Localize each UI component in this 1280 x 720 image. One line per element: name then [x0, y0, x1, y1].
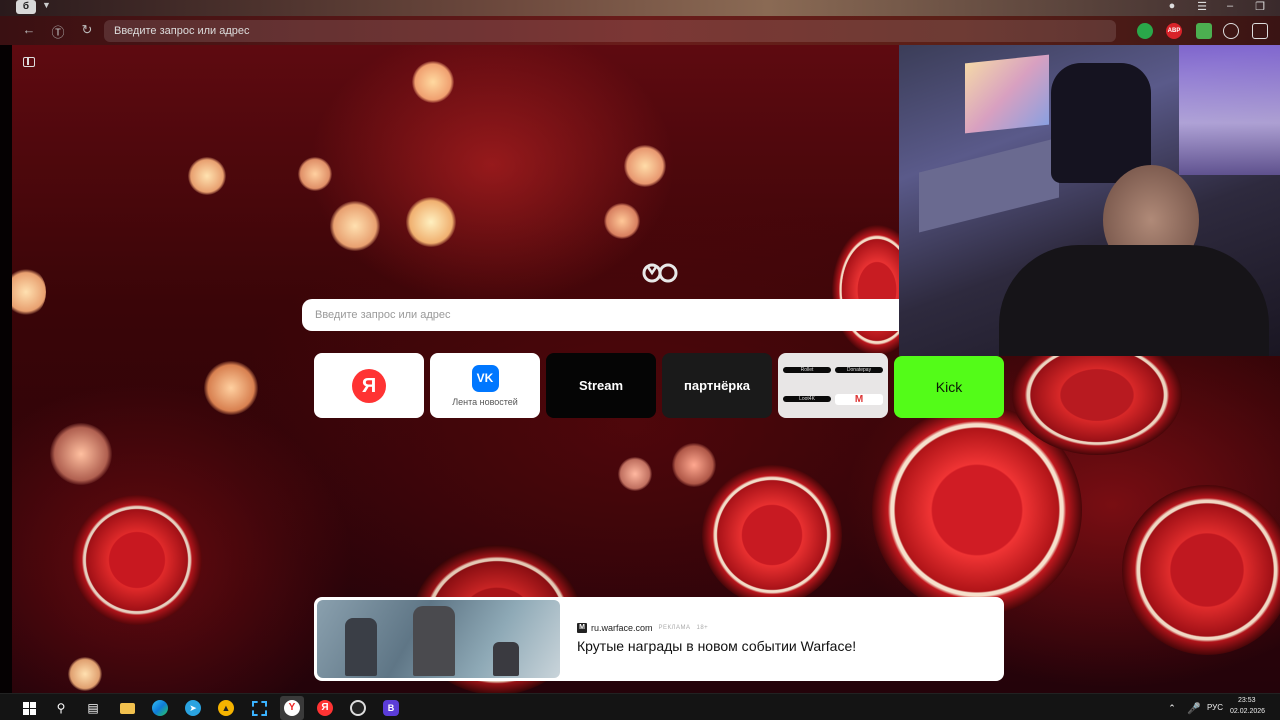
tab-favicon-icon[interactable]: б	[16, 0, 36, 14]
tabs-menu-chevron-icon[interactable]: ▼	[42, 0, 51, 10]
yandex-browser-taskbar-icon[interactable]: Y	[280, 696, 304, 720]
tile-yandex[interactable]: Я	[314, 353, 424, 418]
download-icon[interactable]	[1196, 23, 1212, 39]
poker-chip	[1122, 485, 1280, 655]
bokeh-light	[12, 267, 46, 317]
vk-logo-icon: VK	[471, 364, 499, 392]
profile-avatar-icon[interactable]: ●	[1162, 0, 1182, 12]
folder-item-donatepay: Donatepay	[835, 366, 883, 373]
soldier-figure	[345, 618, 377, 676]
file-explorer-icon[interactable]	[117, 698, 137, 718]
bokeh-light	[50, 423, 112, 485]
bokeh-light	[604, 203, 640, 239]
windows-start-icon[interactable]	[19, 698, 39, 718]
webcam-desk	[919, 137, 1059, 233]
address-bar[interactable]: Введите запрос или адрес	[104, 20, 1116, 42]
sidebar-toggle-icon[interactable]	[23, 57, 35, 67]
snipping-tool-icon[interactable]	[249, 698, 269, 718]
browser-menu-icon[interactable]: ☰	[1192, 0, 1212, 13]
ad-tag: РЕКЛАМА	[658, 625, 691, 631]
yandex-home-icon[interactable]: Ⓣ	[49, 22, 67, 41]
poker-chip	[72, 495, 202, 625]
telegram-icon[interactable]: ➤	[183, 698, 203, 718]
tile-kick[interactable]: Kick	[894, 356, 1004, 418]
app-icon[interactable]: ▲	[216, 698, 236, 718]
bokeh-light	[68, 657, 102, 691]
warface-m-icon: M	[577, 623, 587, 633]
ad-image[interactable]	[317, 600, 560, 678]
webcam-light	[1179, 45, 1280, 175]
poker-chip	[702, 465, 842, 605]
minimize-icon[interactable]: –	[1220, 0, 1240, 12]
bokeh-light	[204, 361, 258, 415]
soldier-figure	[413, 606, 455, 676]
tile-vk-news[interactable]: VK Лента новостей	[430, 353, 540, 418]
bokeh-light	[412, 61, 454, 103]
restore-icon[interactable]: ❐	[1250, 0, 1270, 13]
folder-item-rollet: Rollet	[783, 366, 831, 373]
microphone-icon[interactable]: 🎤	[1184, 698, 1204, 718]
tile-label: Лента новостей	[452, 396, 518, 407]
tile-folder-group[interactable]: Rollet Donatepay Loot4K M	[778, 353, 888, 418]
clock-time[interactable]: 23:53	[1238, 697, 1256, 704]
tile-label: Stream	[578, 378, 624, 393]
vk-app-icon[interactable]: В	[381, 698, 401, 718]
bokeh-light	[672, 443, 716, 487]
tile-label: Kick	[935, 379, 963, 395]
tile-label: партнёрка	[684, 378, 750, 393]
ad-domain: ru.warface.com	[591, 623, 653, 633]
bokeh-light	[330, 201, 380, 251]
left-window-edge	[0, 45, 12, 693]
collections-icon[interactable]	[1252, 23, 1268, 39]
language-indicator[interactable]: РУС	[1207, 703, 1223, 712]
folder-item-loot4k: Loot4K	[783, 396, 831, 402]
soldier-figure	[493, 642, 519, 676]
bokeh-light	[188, 157, 226, 195]
media-play-icon[interactable]	[1223, 23, 1239, 39]
shield-extension-icon[interactable]	[1137, 23, 1153, 39]
reload-icon[interactable]: ↻	[78, 22, 96, 38]
ad-banner[interactable]: M ru.warface.com РЕКЛАМА 18+ Крутые нагр…	[314, 597, 1004, 681]
windows-taskbar: ⚲ ▤ ➤ ▲ Y Я В ⌃ 🎤 РУС 23:53 02.02.2026	[0, 693, 1280, 720]
edge-icon[interactable]	[150, 698, 170, 718]
back-arrow-icon[interactable]: ←	[20, 22, 38, 37]
bokeh-light	[624, 145, 666, 187]
yandex-icon[interactable]: Я	[315, 698, 335, 718]
yandex-logo-icon: Я	[352, 368, 386, 403]
webcam-overlay	[899, 45, 1280, 356]
search-icon[interactable]: ⚲	[51, 698, 71, 718]
tile-stream[interactable]: Stream	[546, 353, 656, 418]
webcam-monitor	[965, 54, 1049, 134]
title-bar: б ▼ ● ☰ – ❐	[0, 0, 1280, 16]
newtab-search-input[interactable]: Введите запрос или адрес	[302, 299, 1002, 331]
bokeh-light	[406, 197, 456, 247]
bokeh-light	[298, 157, 332, 191]
ad-age-rating: 18+	[696, 625, 709, 631]
task-view-icon[interactable]: ▤	[83, 698, 103, 718]
bokeh-light	[618, 457, 652, 491]
tile-partner[interactable]: партнёрка	[662, 353, 772, 418]
clock-date[interactable]: 02.02.2026	[1230, 708, 1265, 715]
ad-source: M ru.warface.com РЕКЛАМА 18+	[577, 623, 708, 633]
webcam-body	[999, 245, 1269, 356]
adblock-plus-icon[interactable]: ABP	[1166, 23, 1182, 39]
yandex-browser-logo-icon	[642, 263, 678, 283]
tray-expand-icon[interactable]: ⌃	[1162, 698, 1182, 718]
gmail-icon: M	[835, 393, 883, 405]
webcam-chair	[1051, 63, 1151, 183]
ad-title: Крутые награды в новом событии Warface!	[577, 638, 857, 654]
obs-icon[interactable]	[348, 698, 368, 718]
